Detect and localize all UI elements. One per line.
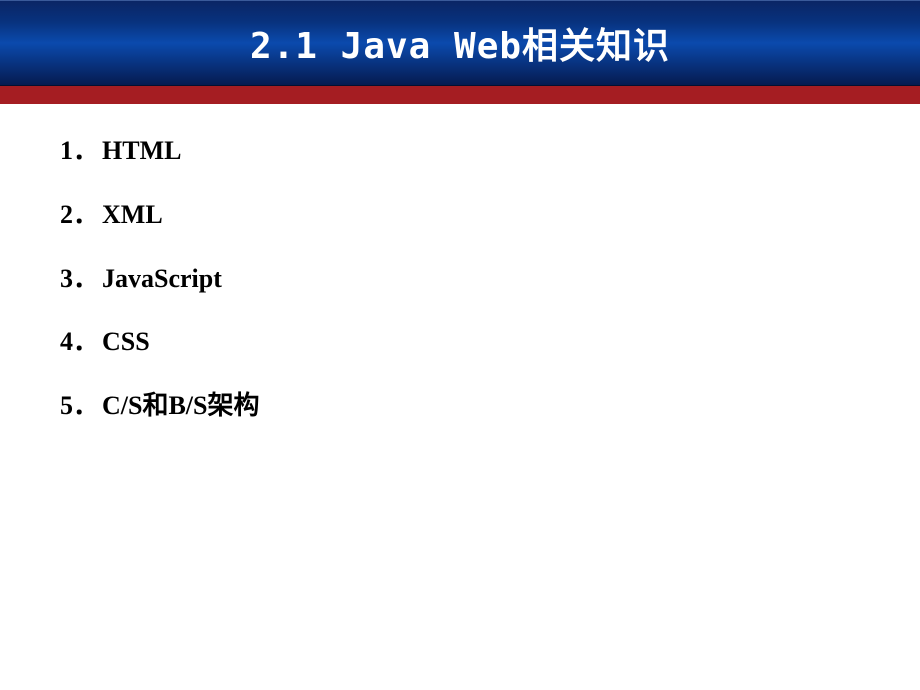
list-number: 4． [60,325,102,359]
list-text: C/S和B/S架构 [102,391,260,420]
list-number: 5． [60,389,102,423]
list-item: 2．XML [60,198,860,232]
list-text: XML [102,200,163,229]
list-number: 3． [60,262,102,296]
list-text: HTML [102,136,181,165]
list-item: 4．CSS [60,325,860,359]
list-item: 1．HTML [60,134,860,168]
slide-title: 2.1 Java Web相关知识 [250,17,670,69]
slide-content: 1．HTML 2．XML 3．JavaScript 4．CSS 5．C/S和B/… [0,104,920,483]
list-number: 2． [60,198,102,232]
slide-header: 2.1 Java Web相关知识 [0,0,920,86]
list-number: 1． [60,134,102,168]
list-text: CSS [102,327,150,356]
accent-bar [0,86,920,104]
list-text: JavaScript [102,264,222,293]
list-item: 5．C/S和B/S架构 [60,389,860,423]
list-item: 3．JavaScript [60,262,860,296]
